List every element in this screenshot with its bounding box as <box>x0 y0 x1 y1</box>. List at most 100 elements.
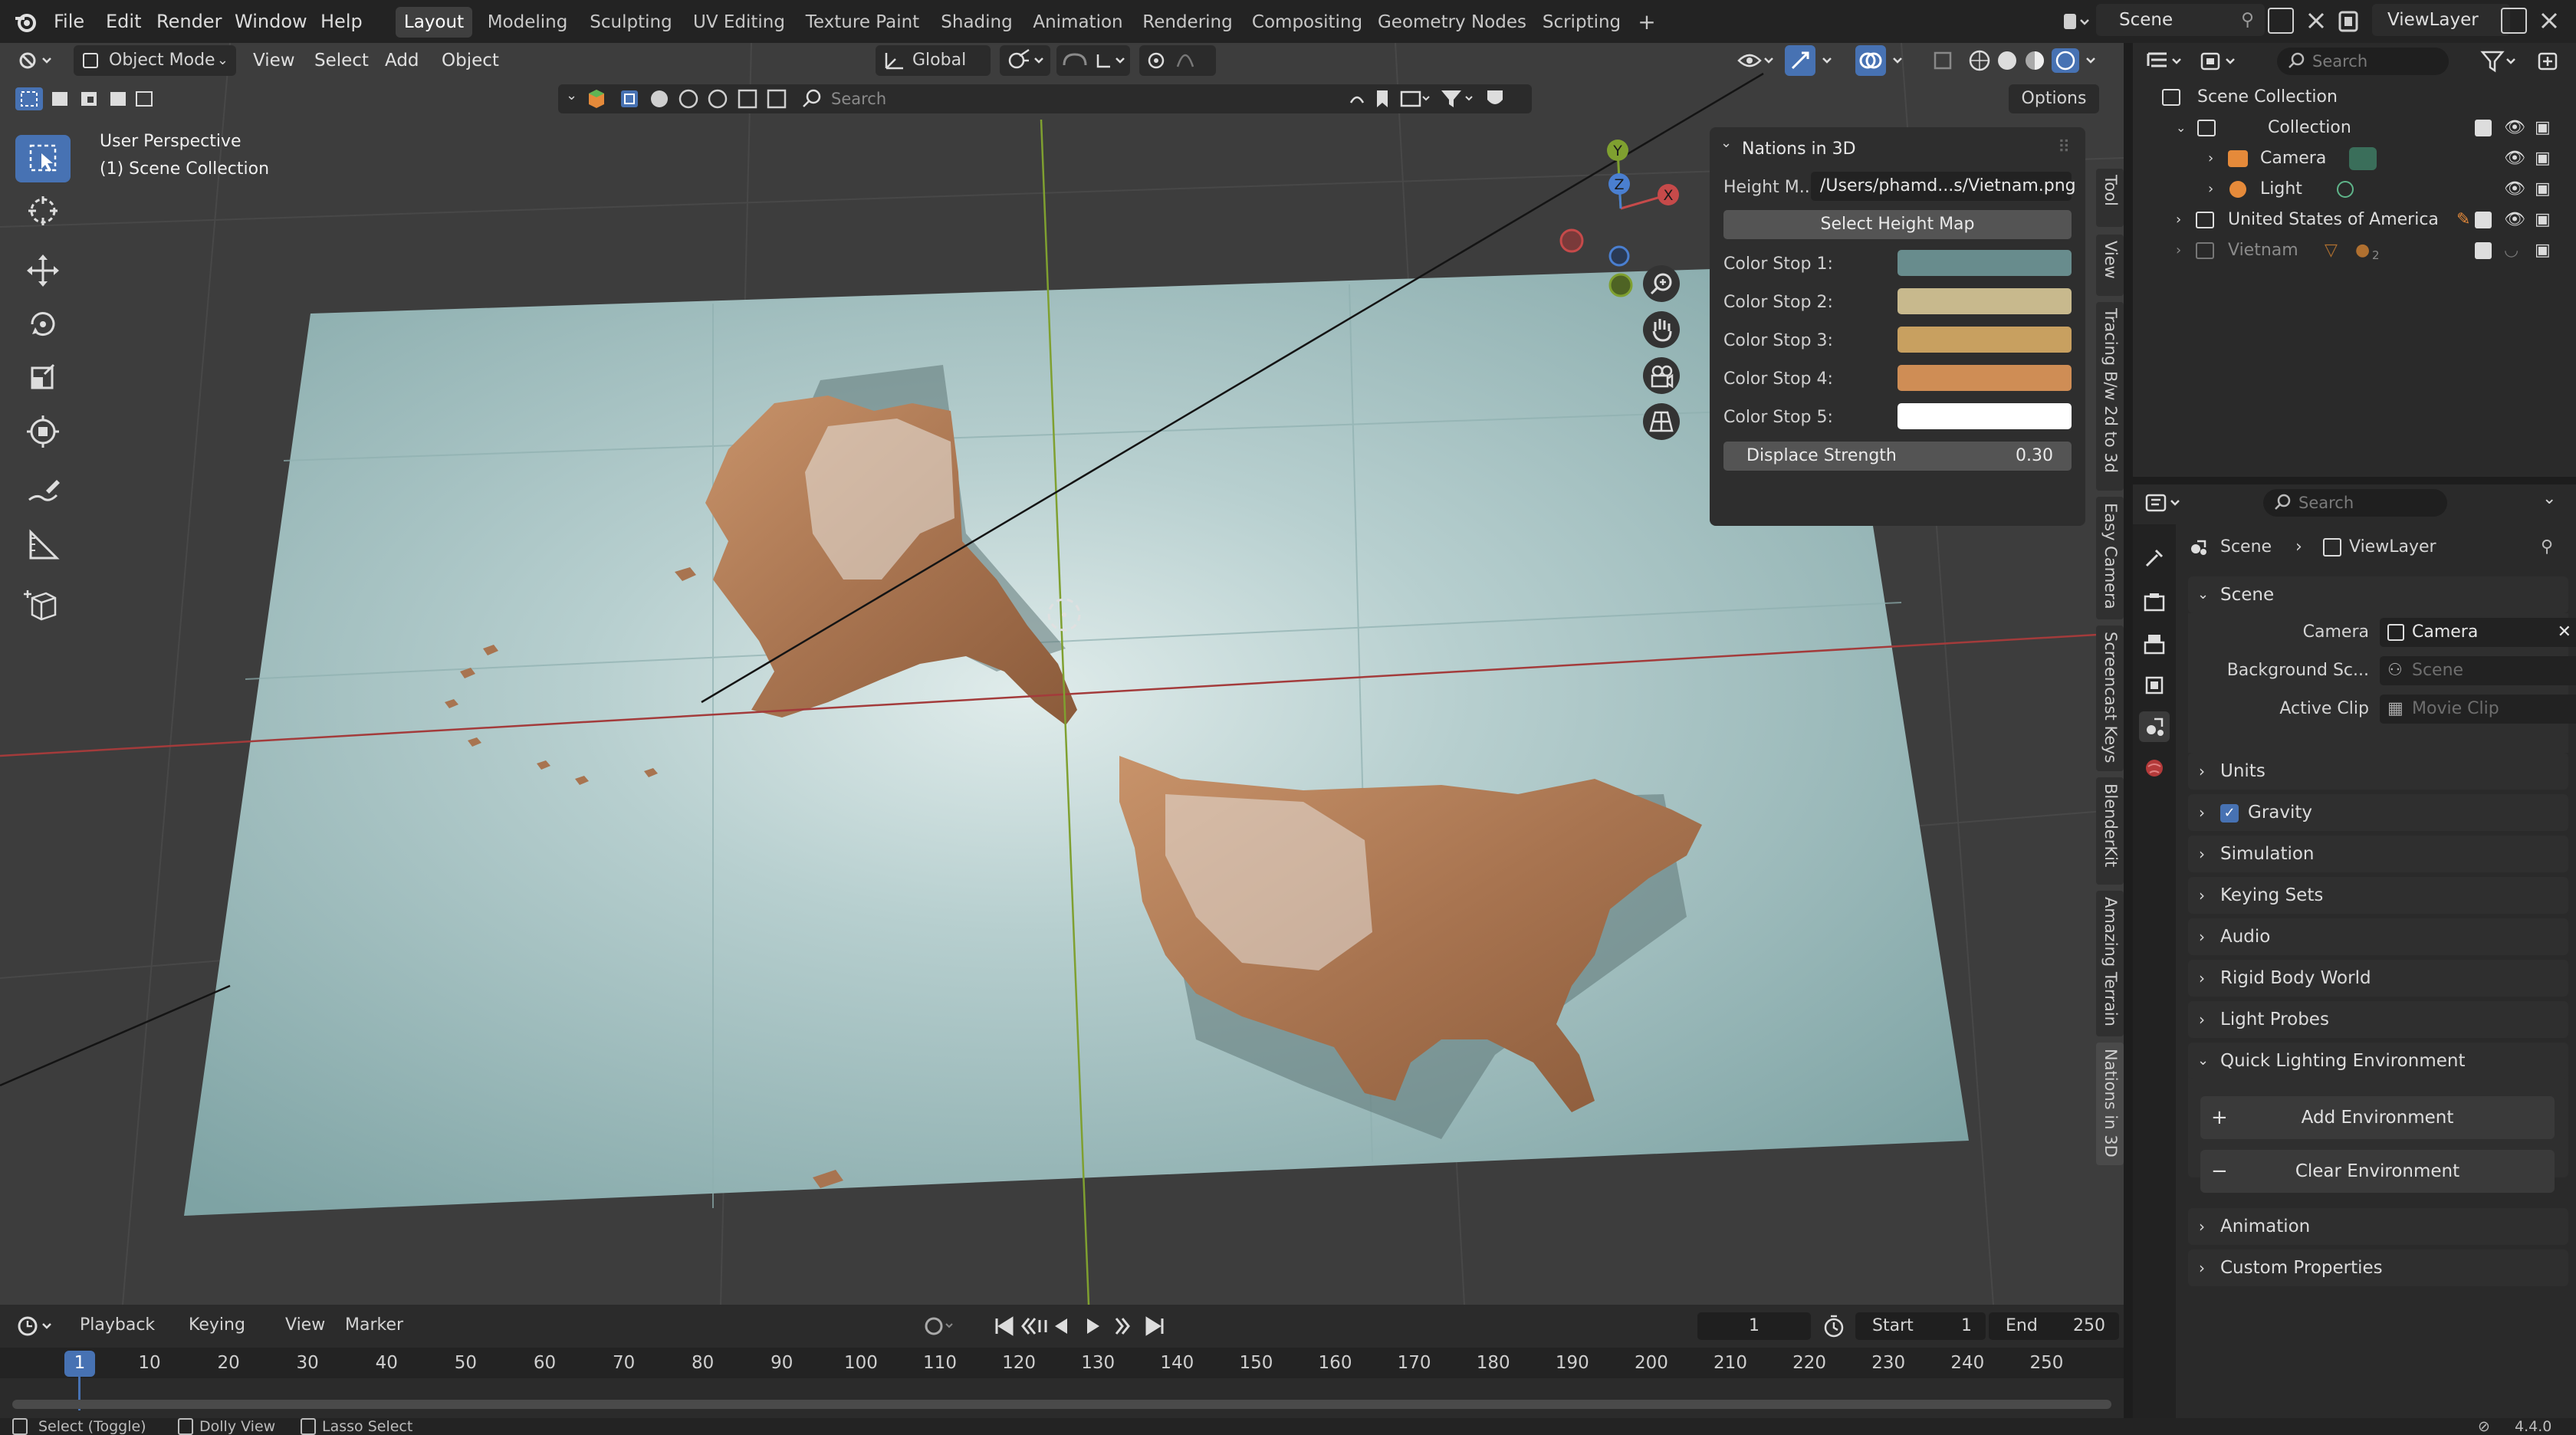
3d-viewport[interactable]: Object Mode ⌄ View Select Add Object Glo… <box>0 43 2124 1305</box>
eye-icon[interactable]: 👁 <box>2504 113 2525 143</box>
view-layer-icon[interactable] <box>2335 6 2366 37</box>
menu-view[interactable]: View <box>253 45 295 76</box>
menu-render[interactable]: Render <box>156 0 222 43</box>
properties-editor-type-icon[interactable] <box>2141 489 2188 517</box>
transform-tool[interactable] <box>15 408 71 455</box>
delete-view-layer-icon[interactable] <box>2536 8 2562 34</box>
menu-edit[interactable]: Edit <box>106 0 141 43</box>
options-dropdown[interactable]: Options <box>2009 84 2099 113</box>
tab-geometry-nodes[interactable]: Geometry Nodes <box>1377 7 1527 38</box>
camera-render-icon[interactable]: ▣ <box>2535 236 2551 265</box>
sidebar-tab-easy-camera[interactable]: Easy Camera <box>2096 497 2124 619</box>
eye-icon[interactable]: 👁 <box>2504 144 2525 173</box>
sidebar-tab-view[interactable]: View <box>2096 235 2124 296</box>
snapping-toggle[interactable] <box>1056 45 1130 76</box>
new-view-layer-icon[interactable] <box>2501 8 2527 34</box>
filter-icons[interactable] <box>586 87 831 110</box>
menu-select[interactable]: Select <box>314 45 369 76</box>
viewport-search-input[interactable]: Search <box>831 87 1352 110</box>
checkbox-icon[interactable] <box>2475 120 2492 136</box>
properties-search-input[interactable]: Search <box>2263 489 2447 517</box>
keying-sets-panel[interactable]: › Keying Sets <box>2188 877 2568 914</box>
filter-icon[interactable] <box>2476 48 2524 75</box>
eye-icon[interactable]: 👁 <box>2504 175 2525 204</box>
gravity-panel[interactable]: › ✓ Gravity <box>2188 794 2568 831</box>
xray-toggle[interactable] <box>1927 45 1958 76</box>
menu-marker[interactable]: Marker <box>345 1315 403 1335</box>
camera-render-icon[interactable]: ▣ <box>2535 175 2551 204</box>
transform-orientation-dropdown[interactable]: Global <box>876 45 991 76</box>
add-environment-button[interactable]: + Add Environment <box>2200 1096 2555 1139</box>
color-stop-5-swatch[interactable] <box>1898 403 2072 429</box>
output-tab-icon[interactable] <box>2139 629 2170 659</box>
chevron-down-icon[interactable]: ⌄ <box>566 87 577 103</box>
breadcrumb-scene[interactable]: Scene <box>2220 532 2272 563</box>
active-clip-field[interactable]: ▦ Movie Clip <box>2380 695 2576 724</box>
sidebar-tab-blenderkit[interactable]: BlenderKit <box>2096 777 2124 885</box>
render-tab-icon[interactable] <box>2139 587 2170 618</box>
scene-tab-icon[interactable] <box>2139 711 2170 742</box>
scene-name-field[interactable]: Scene ⚲ <box>2096 4 2265 36</box>
chevron-down-icon[interactable]: ⌄ <box>2542 489 2556 508</box>
outliner-search-input[interactable]: Search <box>2277 48 2449 75</box>
select-height-map-button[interactable]: Select Height Map <box>1723 210 2072 239</box>
tab-uv-editing[interactable]: UV Editing <box>690 7 788 38</box>
camera-view-icon[interactable] <box>1643 357 1680 394</box>
measure-tool[interactable] <box>15 521 71 569</box>
tab-modeling[interactable]: Modeling <box>483 7 572 38</box>
zoom-icon[interactable] <box>1643 265 1680 302</box>
background-scene-field[interactable]: ⚇ Scene <box>2380 656 2576 685</box>
units-panel[interactable]: › Units <box>2188 753 2568 790</box>
scene-selector-icon[interactable] <box>2059 6 2093 37</box>
clear-environment-button[interactable]: − Clear Environment <box>2200 1150 2555 1193</box>
timeline-editor-type-icon[interactable] <box>14 1312 60 1340</box>
chevron-down-icon[interactable]: ⌄ <box>2176 113 2186 143</box>
view-layer-field[interactable]: ViewLayer <box>2372 4 2510 36</box>
shading-mode-group[interactable] <box>1964 45 2102 76</box>
menu-add[interactable]: Add <box>385 45 419 76</box>
rigid-body-world-panel[interactable]: › Rigid Body World <box>2188 960 2568 997</box>
camera-data-icon[interactable] <box>2349 147 2377 170</box>
overlays-dropdown-icon[interactable] <box>1889 45 1907 76</box>
pin-icon[interactable]: ⚲ <box>2541 532 2553 563</box>
gizmo-toggle[interactable] <box>1785 45 1815 76</box>
chevron-right-icon[interactable]: › <box>2208 175 2213 204</box>
new-collection-icon[interactable] <box>2533 48 2564 75</box>
tab-scripting[interactable]: Scripting <box>1538 7 1625 38</box>
color-stop-3-swatch[interactable] <box>1898 327 2072 353</box>
close-icon[interactable]: ✕ <box>2558 618 2571 647</box>
pivot-point-dropdown[interactable] <box>1000 45 1050 76</box>
camera-render-icon[interactable]: ▣ <box>2535 144 2551 173</box>
camera-render-icon[interactable]: ▣ <box>2535 113 2551 143</box>
light-data-icon[interactable] <box>2337 181 2354 198</box>
outliner-row-scene-collection[interactable]: Scene Collection <box>2133 83 2576 112</box>
breadcrumb-view-layer[interactable]: ViewLayer <box>2349 532 2436 563</box>
selection-mode-group[interactable] <box>14 86 159 112</box>
sidebar-tab-nations-in-3d[interactable]: Nations in 3D <box>2096 1043 2124 1165</box>
pan-hand-icon[interactable] <box>1643 311 1680 348</box>
sidebar-tab-amazing-terrain[interactable]: Amazing Terrain <box>2096 891 2124 1036</box>
scene-panel-header[interactable]: ⌄ Scene <box>2188 576 2568 613</box>
frame-end-field[interactable]: End 250 <box>1989 1312 2119 1340</box>
camera-field[interactable]: Camera ✕ <box>2380 618 2576 647</box>
color-stop-4-swatch[interactable] <box>1898 365 2072 391</box>
drag-handle-icon[interactable]: ⠿ <box>2058 138 2071 157</box>
tab-animation[interactable]: Animation <box>1029 7 1127 38</box>
move-tool[interactable] <box>15 247 71 294</box>
display-mode-icon[interactable] <box>2196 48 2243 75</box>
scale-tool[interactable] <box>15 354 71 402</box>
menu-help[interactable]: Help <box>320 0 363 43</box>
menu-keying[interactable]: Keying <box>189 1315 245 1335</box>
outliner-editor-type-icon[interactable] <box>2141 48 2188 75</box>
menu-playback[interactable]: Playback <box>80 1315 155 1335</box>
annotate-tool[interactable] <box>15 468 71 515</box>
animation-panel[interactable]: › Animation <box>2188 1208 2568 1245</box>
chevron-down-icon[interactable]: ⌄ <box>1720 135 1732 151</box>
eye-closed-icon[interactable]: ◡ <box>2504 236 2518 265</box>
sidebar-tab-tracing[interactable]: Tracing B/w 2d to 3d <box>2096 302 2124 491</box>
tab-layout[interactable]: Layout <box>396 7 472 38</box>
select-box-tool[interactable] <box>15 135 71 182</box>
color-stop-1-swatch[interactable] <box>1898 250 2072 276</box>
gizmo-dropdown-icon[interactable] <box>1819 45 1837 76</box>
audio-panel[interactable]: › Audio <box>2188 918 2568 955</box>
